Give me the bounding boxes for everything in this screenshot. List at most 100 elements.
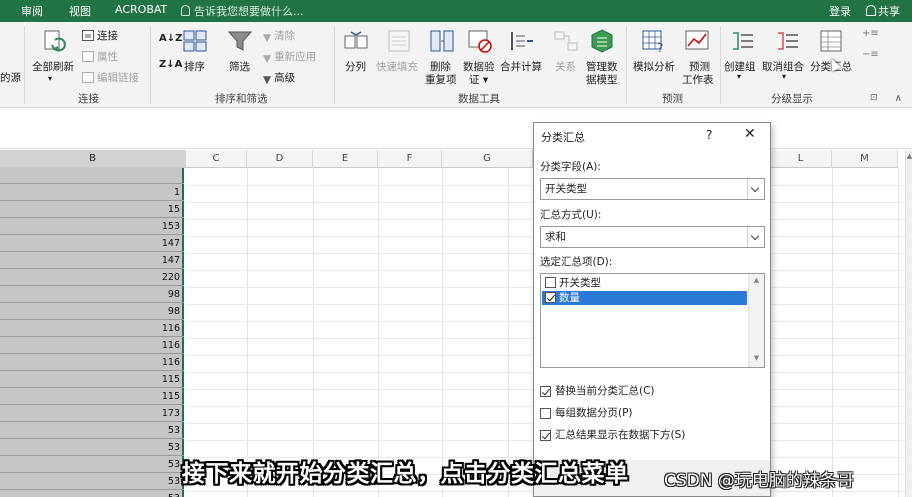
column-b-cell[interactable]: 115 (0, 389, 184, 405)
column-header-m[interactable]: M (832, 150, 898, 168)
ungroup-dropdown[interactable]: ▾ (782, 72, 786, 81)
column-header-d[interactable]: D (247, 150, 313, 168)
function-select[interactable]: 求和 (540, 226, 765, 248)
relationships-icon (554, 31, 578, 51)
column-b-cell[interactable]: 116 (0, 338, 184, 354)
text-to-columns-button[interactable]: 分列 (345, 59, 366, 74)
filter-button[interactable]: 筛选 (229, 59, 250, 74)
column-b-cell[interactable]: 98 (0, 304, 184, 320)
column-b-cell[interactable]: 153 (0, 219, 184, 235)
scroll-up-icon[interactable]: ▲ (752, 276, 761, 285)
consolidate-icon (511, 32, 533, 50)
properties-button[interactable]: 属性 (82, 49, 118, 64)
login-button[interactable]: 登录 (829, 3, 851, 19)
column-b-cell[interactable]: 53 (0, 457, 184, 473)
tab-view[interactable]: 视图 (69, 3, 91, 19)
reapply-button[interactable]: ▼ 重新应用 (263, 49, 316, 65)
what-if-analysis-button[interactable]: 模拟分析 (633, 59, 675, 74)
column-header-l[interactable]: L (770, 150, 832, 168)
column-b-cell[interactable]: 116 (0, 355, 184, 371)
tab-review[interactable]: 审阅 (21, 3, 43, 19)
sort-button[interactable]: 排序 (184, 59, 205, 74)
column-b-cell[interactable]: 173 (0, 406, 184, 422)
checkbox[interactable] (545, 277, 556, 288)
replace-current-option[interactable]: 替换当前分类汇总(C) (540, 385, 655, 399)
list-scrollbar[interactable]: ▲ ▼ (748, 274, 764, 367)
vertical-scrollbar[interactable]: ▲ (905, 150, 912, 497)
hide-detail-icon[interactable]: −≡ (862, 49, 879, 60)
column-b-cell[interactable]: 115 (0, 372, 184, 388)
show-detail-icon[interactable]: +≡ (862, 28, 879, 39)
gridline (442, 168, 443, 497)
column-header-e[interactable]: E (313, 150, 378, 168)
column-b-cell[interactable]: 53 (0, 474, 184, 490)
chevron-down-icon[interactable] (747, 179, 764, 199)
group-dropdown[interactable]: ▾ (737, 72, 741, 81)
formula-bar[interactable] (0, 109, 912, 149)
chevron-down-icon[interactable] (747, 227, 764, 247)
title-bar: 审阅 视图 ACROBAT 告诉我您想要做什么... 登录 共享 (0, 0, 912, 22)
page-break-option[interactable]: 每组数据分页(P) (540, 407, 633, 421)
column-b-cell[interactable]: 220 (0, 270, 184, 286)
column-header-b[interactable]: B (0, 150, 186, 168)
column-b-cell[interactable]: 1 (0, 185, 184, 201)
subtotal-items-list[interactable]: 开关类型 数量 ▲ ▼ (540, 273, 765, 368)
tab-acrobat[interactable]: ACROBAT (115, 3, 167, 16)
list-item-quantity[interactable]: 数量 (542, 291, 747, 305)
what-if-analysis-icon: ? (642, 30, 663, 54)
checkbox[interactable] (540, 408, 551, 419)
share-button[interactable]: 共享 (866, 3, 900, 19)
connections-button[interactable]: 连接 (82, 28, 118, 43)
column-b-cell[interactable]: 53 (0, 491, 184, 497)
outline-dialog-launcher-icon[interactable]: ⊡ (870, 93, 878, 103)
flash-fill-button[interactable]: 快速填充 (376, 59, 418, 74)
column-b-cell[interactable]: 147 (0, 253, 184, 269)
gridline (832, 168, 833, 497)
column-b-cell[interactable]: 147 (0, 236, 184, 252)
column-b-cell[interactable]: 53 (0, 440, 184, 456)
scroll-down-icon[interactable]: ▼ (752, 354, 761, 363)
group-label-sort-filter: 排序和筛选 (215, 93, 268, 105)
column-b-cell[interactable]: 53 (0, 423, 184, 439)
column-header-c[interactable]: C (186, 150, 247, 168)
option-label: 每组数据分页(P) (555, 407, 633, 419)
sort-ascending-icon[interactable]: A↓Z (159, 33, 182, 44)
properties-icon (82, 51, 94, 62)
edit-links-button[interactable]: 编辑链接 (82, 70, 139, 85)
column-b-cell[interactable]: 98 (0, 287, 184, 303)
column-header-g[interactable]: G (442, 150, 533, 168)
column-b-cell[interactable]: 116 (0, 321, 184, 337)
field-select[interactable]: 开关类型 (540, 178, 765, 200)
checkbox[interactable] (540, 386, 551, 397)
advanced-filter-button[interactable]: ▼ 高级 (263, 70, 295, 86)
help-icon[interactable]: ? (706, 128, 712, 142)
sort-descending-icon[interactable]: Z↓A (159, 59, 182, 70)
collapse-ribbon-icon[interactable]: ∧ (895, 93, 902, 104)
summary-below-option[interactable]: 汇总结果显示在数据下方(S) (540, 429, 685, 443)
list-item-switch-type[interactable]: 开关类型 (542, 276, 747, 290)
reapply-label: 重新应用 (274, 51, 317, 63)
column-b-selection[interactable]: 1 15 153 147 147 220 98 98 116 116 116 115 115 173 53 5… (0, 168, 184, 497)
checkbox[interactable] (540, 430, 551, 441)
scroll-up-icon[interactable]: ▲ (906, 152, 912, 161)
column-header-f[interactable]: F (378, 150, 442, 168)
ungroup-icon (778, 32, 798, 50)
lightbulb-icon (181, 5, 190, 16)
column-b-cell[interactable] (0, 168, 184, 184)
relationships-button[interactable]: 关系 (555, 59, 576, 74)
checkbox[interactable] (545, 292, 556, 303)
group-separator (150, 26, 151, 104)
group-icon (733, 32, 753, 50)
consolidate-button[interactable]: 合并计算 (500, 59, 542, 74)
refresh-all-dropdown[interactable]: ▾ (48, 74, 52, 83)
close-icon[interactable]: ✕ (744, 126, 756, 142)
tell-me-search[interactable]: 告诉我您想要做什么... (181, 3, 304, 19)
clear-filter-button[interactable]: ▼ 清除 (263, 28, 295, 44)
option-label: 替换当前分类汇总(C) (555, 385, 655, 397)
refresh-all-button[interactable]: 全部刷新 (32, 59, 74, 74)
remove-duplicates-label-2: 重复项 (425, 74, 457, 86)
svg-text:?: ? (657, 41, 663, 54)
advanced-filter-icon: ▼ (263, 74, 272, 86)
share-label: 共享 (878, 5, 900, 18)
column-b-cell[interactable]: 15 (0, 202, 184, 218)
